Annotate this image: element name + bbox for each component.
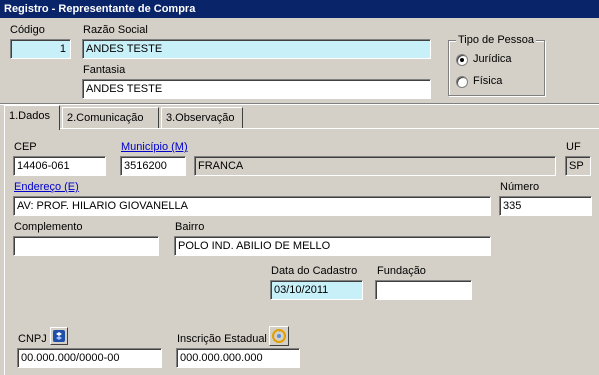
tab-observacao[interactable]: 3.Observação [161,107,243,129]
complemento-label: Complemento [14,221,83,233]
codigo-label: Código [10,24,45,36]
bairro-field[interactable]: POLO IND. ABILIO DE MELLO [174,236,491,256]
tipo-pessoa-title: Tipo de Pessoa [456,34,537,46]
fantasia-label: Fantasia [83,64,126,76]
header-separator [0,103,599,105]
endereco-link[interactable]: Endereço (E) [14,181,79,193]
municipio-name-field: FRANCA [194,156,556,176]
tab-comunicacao[interactable]: 2.Comunicação [62,107,159,129]
razao-social-label: Razão Social [83,24,148,36]
radio-fisica[interactable] [456,76,468,88]
inscricao-estadual-label: Inscrição Estadual [177,333,267,345]
uf-field: SP [565,156,591,176]
juridica-label[interactable]: Jurídica [473,53,512,65]
inscricao-estadual-field[interactable]: 000.000.000.000 [176,348,300,368]
uf-label: UF [566,141,581,153]
fundacao-field[interactable] [375,280,472,300]
fantasia-field[interactable]: ANDES TESTE [82,79,431,99]
receita-icon [53,330,65,342]
inscricao-lookup-button[interactable] [269,326,289,346]
cep-label: CEP [14,141,37,153]
window-title: Registro - Representante de Compra [0,0,599,18]
complemento-field[interactable] [13,236,159,256]
endereco-field[interactable]: AV: PROF. HILARIO GIOVANELLA [13,196,491,216]
cnpj-label: CNPJ [18,333,47,345]
cnpj-field[interactable]: 00.000.000/0000-00 [17,348,162,368]
municipio-code-field[interactable]: 3516200 [120,156,186,176]
refresh-icon [272,329,286,343]
cnpj-lookup-button[interactable] [50,327,68,345]
fisica-label[interactable]: Física [473,75,502,87]
radio-juridica[interactable] [456,54,468,66]
numero-field[interactable]: 335 [499,196,592,216]
cep-field[interactable]: 14406-061 [13,156,106,176]
data-cadastro-field[interactable]: 03/10/2011 [270,280,363,300]
municipio-link[interactable]: Município (M) [121,141,188,153]
codigo-field[interactable]: 1 [10,39,71,59]
data-cadastro-label: Data do Cadastro [271,265,358,277]
tab-dados[interactable]: 1.Dados [4,105,60,130]
numero-label: Número [500,181,540,193]
bairro-label: Bairro [175,221,205,233]
fundacao-label: Fundação [377,265,426,277]
razao-social-field[interactable]: ANDES TESTE [82,39,431,59]
